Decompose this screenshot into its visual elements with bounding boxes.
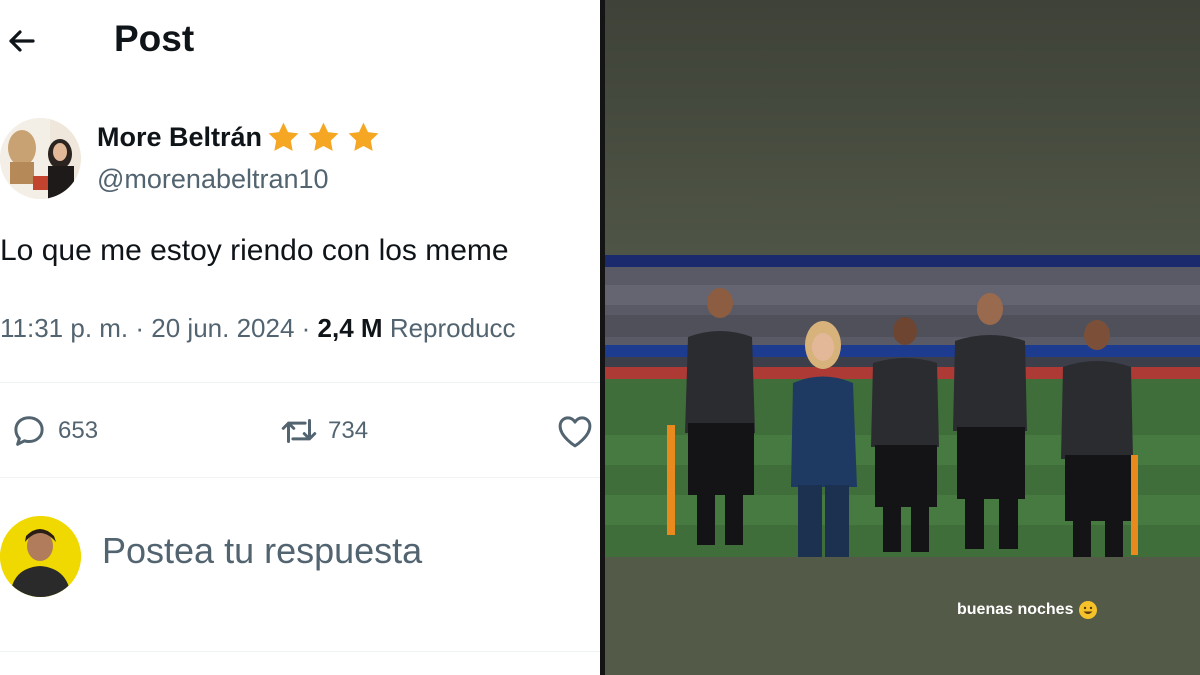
meta-separator: · — [135, 313, 152, 343]
divider — [0, 477, 600, 478]
star-icon — [308, 122, 339, 151]
repost-icon — [281, 419, 317, 443]
story-panel: buenas noches — [605, 0, 1200, 675]
post-text: Lo que me estoy riendo con los meme — [0, 234, 509, 267]
story-caption: buenas noches — [957, 600, 1098, 620]
meta-separator: · — [301, 313, 318, 343]
stars-badge — [266, 120, 386, 155]
star-icon — [348, 122, 379, 151]
reply-count: 653 — [58, 417, 99, 444]
post-time[interactable]: 11:31 p. m. — [0, 313, 128, 343]
divider — [0, 651, 600, 652]
reply-icon — [14, 416, 44, 446]
back-arrow-icon[interactable] — [4, 24, 38, 58]
views-label: Reproducc — [389, 313, 516, 343]
view-count: 2,4 M — [317, 313, 383, 343]
post-panel: Post More Beltrán @morenabeltran10 Lo qu… — [0, 0, 600, 675]
reply-button[interactable]: 653 — [8, 410, 98, 452]
post-meta: 11:31 p. m. · 20 jun. 2024 · 2,4 M Repro… — [0, 313, 516, 344]
user-avatar[interactable] — [0, 516, 81, 597]
divider — [0, 382, 600, 383]
author-name[interactable]: More Beltrán — [97, 122, 262, 153]
star-icon — [268, 122, 299, 151]
author-display-name[interactable]: More Beltrán — [97, 120, 386, 155]
reply-input[interactable] — [102, 530, 582, 572]
grinning-face-emoji-icon — [1079, 601, 1098, 619]
story-background-top — [605, 0, 1200, 255]
author-handle[interactable]: @morenabeltran10 — [97, 164, 329, 195]
repost-count: 734 — [328, 417, 369, 444]
caption-text: buenas noches — [957, 601, 1074, 618]
author-avatar[interactable] — [0, 118, 81, 199]
like-button[interactable] — [554, 410, 600, 452]
post-date[interactable]: 20 jun. 2024 — [151, 313, 294, 343]
story-background-bottom — [605, 557, 1200, 675]
referees-photo — [605, 255, 1200, 557]
heart-icon — [558, 416, 592, 448]
repost-button[interactable]: 734 — [278, 410, 368, 452]
page-title: Post — [114, 18, 195, 59]
